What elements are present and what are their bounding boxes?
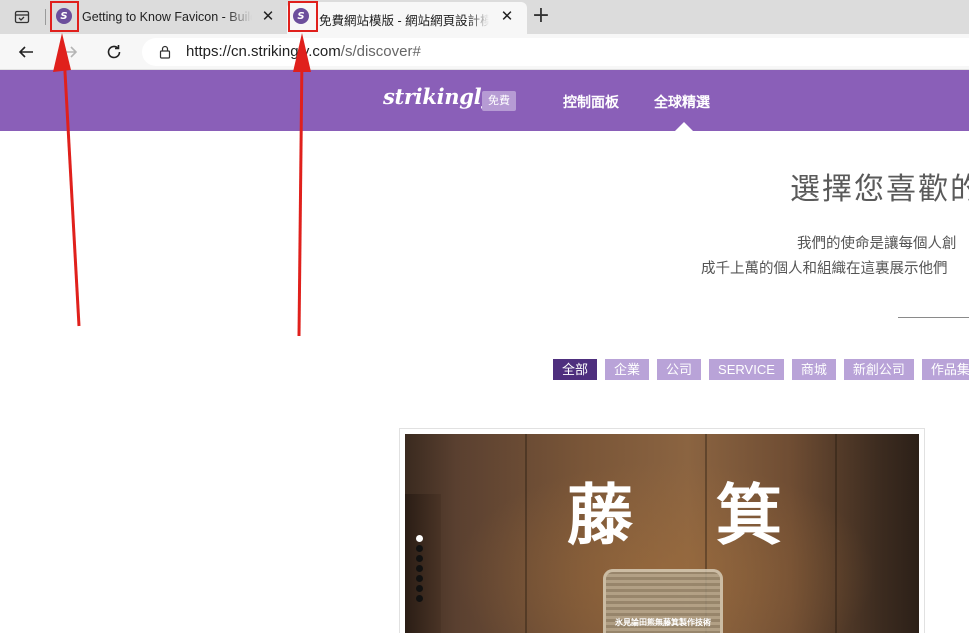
slide-dot-active[interactable] xyxy=(416,535,423,542)
url-path: /s/discover# xyxy=(340,43,421,60)
filter-portfolio[interactable]: 作品集 xyxy=(921,359,969,380)
filter-service[interactable]: SERVICE xyxy=(709,359,784,380)
active-nav-caret xyxy=(675,122,693,131)
favicon-highlight-box xyxy=(288,1,318,32)
nav-global-featured[interactable]: 全球精選 xyxy=(654,92,710,112)
forward-arrow-icon xyxy=(63,46,78,58)
back-arrow-icon xyxy=(18,46,33,58)
site-header: strikingly 免費 控制面板 全球精選 xyxy=(0,70,969,131)
address-bar[interactable]: https://cn.strikingly.com/s/discover# xyxy=(142,38,969,66)
filter-company[interactable]: 公司 xyxy=(657,359,702,380)
slide-indicator xyxy=(416,535,423,602)
slide-dot[interactable] xyxy=(416,565,423,572)
tab-strip: S Getting to Know Favicon - Building a P… xyxy=(0,0,969,34)
category-filters: 全部 企業 公司 SERVICE 商城 新創公司 作品集 xyxy=(553,359,969,380)
back-button[interactable] xyxy=(14,40,38,64)
tab-actions-icon xyxy=(14,10,30,24)
section-divider xyxy=(898,317,969,318)
browser-toolbar: https://cn.strikingly.com/s/discover# xyxy=(0,34,969,70)
mission-text-line-2: 成千上萬的個人和組織在這裏展示他們 xyxy=(701,261,948,277)
wood-grain xyxy=(525,434,527,633)
nav-dashboard[interactable]: 控制面板 xyxy=(563,92,619,112)
tab-title: Getting to Know Favicon - Building a Per… xyxy=(82,10,252,24)
refresh-button[interactable] xyxy=(102,40,126,64)
filter-all[interactable]: 全部 xyxy=(553,359,598,380)
filter-shop[interactable]: 商城 xyxy=(791,359,836,380)
filter-enterprise[interactable]: 企業 xyxy=(605,359,650,380)
slide-dot[interactable] xyxy=(416,595,423,602)
mission-text-line-1: 我們的使命是讓每個人創 xyxy=(797,236,957,252)
close-icon[interactable]: ✕ xyxy=(499,8,515,24)
template-preview-image[interactable]: 藤 箕 氷見論田熊無藤箕製作技術 xyxy=(405,434,919,633)
tab-title: 免費網站模版 - 網站網頁設計模板 xyxy=(319,14,489,28)
refresh-icon xyxy=(107,45,121,59)
forward-button[interactable] xyxy=(58,40,82,64)
new-tab-button[interactable]: + xyxy=(530,5,552,28)
favicon-highlight-box xyxy=(50,1,79,32)
slide-dot[interactable] xyxy=(416,555,423,562)
page-title: 選擇您喜歡的 xyxy=(790,172,969,207)
filter-startup[interactable]: 新創公司 xyxy=(843,359,914,380)
template-subtitle: 氷見論田熊無藤箕製作技術 xyxy=(615,618,711,627)
chair-silhouette xyxy=(405,494,441,633)
url-host: https://cn.strikingly.com xyxy=(186,43,341,60)
tab-separator xyxy=(45,9,46,25)
slide-dot[interactable] xyxy=(416,575,423,582)
strikingly-logo[interactable]: strikingly xyxy=(383,84,494,109)
slide-dot[interactable] xyxy=(416,585,423,592)
slide-dot[interactable] xyxy=(416,545,423,552)
template-card[interactable]: 藤 箕 氷見論田熊無藤箕製作技術 xyxy=(399,428,925,633)
lock-icon[interactable] xyxy=(158,45,172,59)
browser-tab-templates[interactable]: S 免費網站模版 - 網站網頁設計模板 ✕ xyxy=(287,2,527,34)
free-badge: 免費 xyxy=(482,91,516,111)
template-title: 藤 箕 xyxy=(567,476,812,554)
close-icon[interactable]: ✕ xyxy=(260,8,276,24)
browser-tab-favicon-article[interactable]: S Getting to Know Favicon - Building a P… xyxy=(50,2,282,34)
url-text: https://cn.strikingly.com/s/discover# xyxy=(186,43,421,60)
wood-grain xyxy=(835,434,837,633)
tab-actions-button[interactable] xyxy=(8,6,36,28)
